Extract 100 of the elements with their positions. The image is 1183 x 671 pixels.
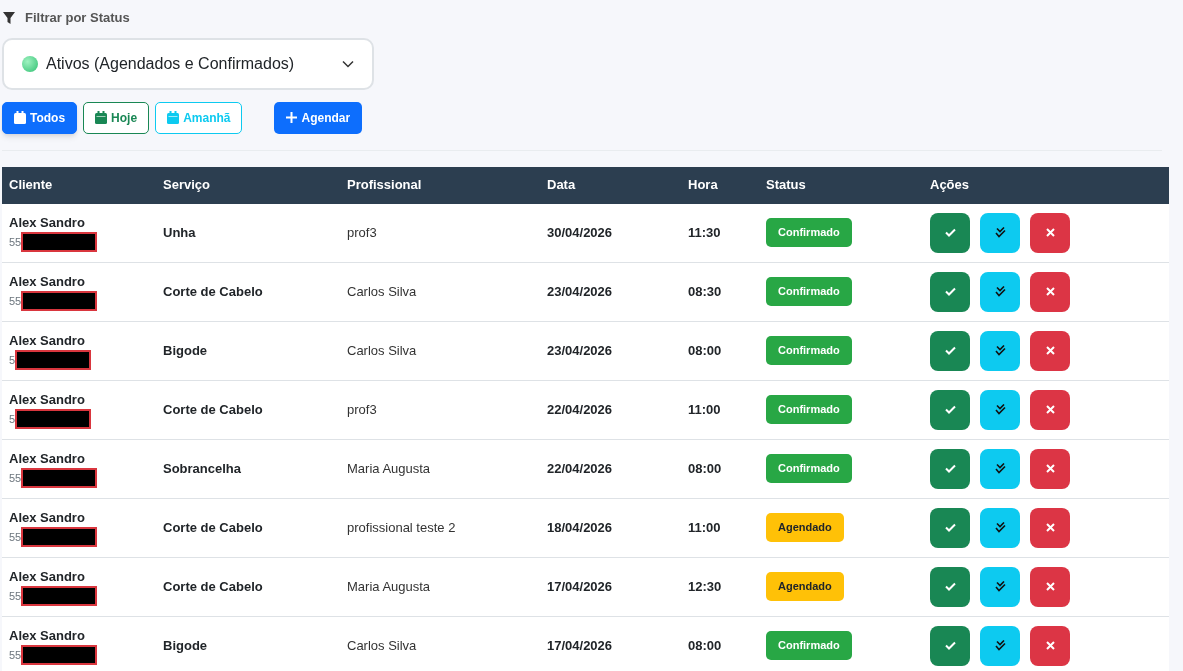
double-check-icon [994,344,1006,357]
cancel-button[interactable] [1030,271,1070,312]
complete-button[interactable] [980,389,1020,430]
service-cell-text: Bigode [162,636,209,655]
status-badge: Agendado [766,513,844,542]
time-cell-text: 11:30 [687,223,722,242]
check-icon [944,405,956,414]
client-phone: 5 [9,412,16,427]
close-icon [1045,405,1055,414]
date-cell-text: 30/04/2026 [546,223,614,242]
double-check-icon [994,580,1006,593]
filter-button[interactable]: Todos [2,101,78,134]
service-cell-text: Corte de Cabelo [162,282,264,301]
status-badge: Confirmado [766,454,852,483]
time-cell-text: 12:30 [687,577,723,596]
double-check-icon [994,639,1006,652]
confirm-button[interactable] [930,212,970,253]
cancel-button[interactable] [1030,389,1070,430]
confirm-button[interactable] [930,389,970,430]
close-icon [1045,582,1055,591]
confirm-button[interactable] [930,271,970,312]
date-cell-text: 23/04/2026 [546,282,614,301]
client-name: Alex Sandro [9,567,86,586]
service-cell-text: Corte de Cabelo [162,518,264,537]
cancel-button[interactable] [1030,212,1070,253]
cancel-button[interactable] [1030,330,1070,371]
client-name: Alex Sandro [9,331,86,350]
professional-cell-text: profissional teste 2 [346,518,457,537]
date-cell-text: 22/04/2026 [546,459,614,478]
check-icon [944,641,956,650]
double-check-icon [994,403,1006,416]
complete-button[interactable] [980,448,1020,489]
close-icon [1045,346,1055,355]
status-select[interactable]: Ativos (Agendados e Confirmados) [2,37,374,90]
professional-cell-text: prof3 [346,400,378,419]
date-cell-text: 23/04/2026 [546,341,614,360]
client-phone: 55 [9,530,22,545]
status-badge: Confirmado [766,218,852,247]
time-cell-text: 08:00 [687,341,723,360]
cancel-button[interactable] [1030,625,1070,666]
calendar-icon [14,111,26,124]
calendar-icon [167,111,180,124]
check-icon [944,582,956,591]
filter-icon [3,11,15,24]
calendar-icon [95,111,108,124]
confirm-button[interactable] [930,507,970,548]
client-phone: 55 [9,294,22,309]
column-header: Status [765,176,807,195]
complete-button[interactable] [980,507,1020,548]
double-check-icon [994,521,1006,534]
close-icon [1045,287,1055,296]
client-phone: 55 [9,235,22,250]
time-cell-text: 08:30 [687,282,723,301]
complete-button[interactable] [980,212,1020,253]
cancel-button[interactable] [1030,566,1070,607]
cancel-button[interactable] [1030,507,1070,548]
service-cell-text: Corte de Cabelo [162,577,264,596]
cancel-button[interactable] [1030,448,1070,489]
date-cell-text: 22/04/2026 [546,400,614,419]
service-cell-text: Unha [162,223,197,242]
close-icon [1045,523,1055,532]
status-badge: Confirmado [766,277,852,306]
check-icon [944,346,956,355]
column-header: Hora [687,176,719,195]
complete-button[interactable] [980,271,1020,312]
time-cell-text: 11:00 [687,518,722,537]
service-cell-text: Corte de Cabelo [162,400,264,419]
date-cell-text: 17/04/2026 [546,577,614,596]
confirm-button[interactable] [930,625,970,666]
column-header: Profissional [346,176,423,195]
column-header: Cliente [8,176,54,195]
filter-label: Filtrar por Status [25,9,130,27]
complete-button[interactable] [980,625,1020,666]
filter-button[interactable]: Hoje [83,101,150,134]
complete-button[interactable] [980,566,1020,607]
chevron-down-icon [342,59,354,68]
confirm-button[interactable] [930,566,970,607]
client-phone: 5 [9,353,16,368]
client-name: Alex Sandro [9,272,86,291]
professional-cell-text: Carlos Silva [346,636,418,655]
client-name: Alex Sandro [9,626,86,645]
check-icon [944,228,956,237]
professional-cell-text: Carlos Silva [346,341,418,360]
confirm-button[interactable] [930,448,970,489]
close-icon [1045,641,1055,650]
status-badge: Agendado [766,572,844,601]
check-icon [944,287,956,296]
status-badge: Confirmado [766,336,852,365]
client-name: Alex Sandro [9,449,86,468]
status-badge: Confirmado [766,631,852,660]
check-icon [944,523,956,532]
time-cell-text: 11:00 [687,400,722,419]
complete-button[interactable] [980,330,1020,371]
client-name: Alex Sandro [9,390,86,409]
professional-cell-text: prof3 [346,223,378,242]
service-cell-text: Bigode [162,341,209,360]
date-cell-text: 17/04/2026 [546,636,614,655]
confirm-button[interactable] [930,330,970,371]
schedule-button[interactable]: Agendar [274,101,363,134]
professional-cell-text: Maria Augusta [346,577,432,596]
